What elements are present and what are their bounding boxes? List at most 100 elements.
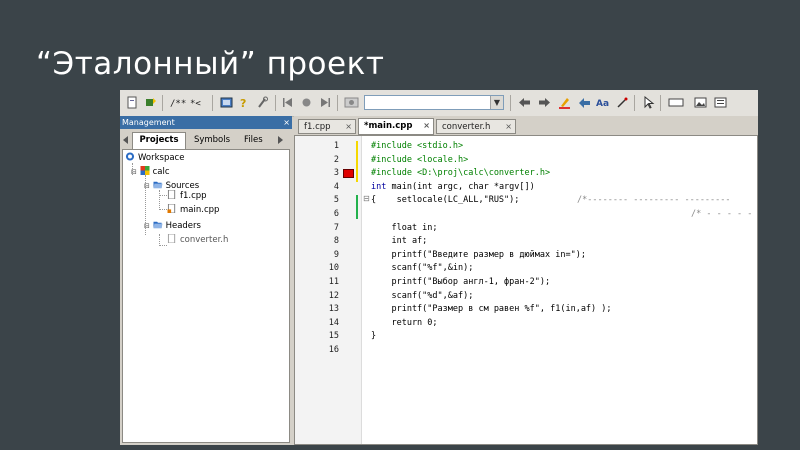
run-icon[interactable] [220, 96, 233, 109]
tab-files[interactable]: Files [238, 133, 272, 148]
tree-guide [159, 190, 160, 210]
code-line: float in; [371, 222, 438, 233]
toggle-icon[interactable] [714, 96, 727, 109]
project-icon [140, 166, 150, 175]
code-line: } [371, 331, 377, 342]
build-icon[interactable] [144, 96, 157, 109]
tree-label-file: f1.cpp [180, 191, 207, 201]
svg-text:*<: *< [190, 99, 201, 109]
code-line: return 0; [371, 317, 438, 328]
management-panel-header: Management × [120, 116, 292, 129]
line-number: 11 [328, 277, 339, 287]
find-prev-icon[interactable] [518, 96, 531, 109]
codeblocks-ide-window: /** *< ? ▼ Aa Management × Projects Symb… [120, 90, 758, 445]
line-number: 16 [328, 345, 339, 355]
toolbar: /** *< ? ▼ Aa [120, 90, 758, 117]
toolbar-separator [660, 95, 661, 111]
settings-icon[interactable] [256, 96, 269, 109]
slide-title: “Эталонный” проект [36, 46, 385, 82]
nav-forward-icon[interactable] [318, 96, 331, 109]
collapse-icon[interactable]: ⊟ [144, 182, 150, 190]
tab-symbols[interactable]: Symbols [188, 133, 236, 148]
comment-icon[interactable]: /** [170, 96, 186, 109]
chevron-down-icon[interactable]: ▼ [490, 96, 503, 109]
folder-open-icon [153, 221, 163, 229]
close-icon[interactable]: × [283, 116, 290, 129]
rect-icon[interactable] [668, 96, 684, 109]
change-marker-green [356, 195, 358, 219]
code-line: { setlocale(LC_ALL,"RUS"); [371, 195, 520, 206]
code-line: printf("Выбор англ-1, фран-2"); [371, 277, 551, 287]
tree-label-headers: Headers [165, 221, 201, 231]
tree-guide [159, 195, 167, 196]
toolbar-separator [162, 95, 163, 111]
tree-item-file-f1[interactable]: f1.cpp [167, 190, 207, 202]
tree-item-project[interactable]: ⊟ calc [131, 166, 170, 178]
close-icon[interactable]: × [345, 120, 352, 134]
svg-text:/**: /** [170, 99, 186, 109]
toolbar-separator [510, 95, 511, 111]
code-comment: /* - - - - - [691, 209, 753, 219]
line-number: 3 [333, 168, 339, 179]
close-icon[interactable]: × [423, 119, 430, 133]
code-line: printf("Введите размер в дюймах in="); [371, 249, 586, 260]
debug-icon[interactable]: ? [238, 96, 251, 109]
uncomment-icon[interactable]: *< [190, 96, 206, 109]
select-icon[interactable] [616, 96, 629, 109]
tab-label: converter.h [442, 122, 491, 132]
highlight-icon[interactable] [558, 96, 571, 109]
line-number: 15 [328, 331, 339, 342]
folder-open-icon [153, 181, 163, 189]
collapse-icon[interactable]: ⊟ [131, 168, 137, 176]
toolbar-separator [275, 95, 276, 111]
code-line: printf("Размер в см равен %f", f1(in,af)… [371, 304, 612, 315]
code-line: #include <D:\proj\calc\converter.h> [371, 168, 551, 179]
tree-item-file-main[interactable]: main.cpp [167, 204, 219, 216]
tree-item-file-converter[interactable]: converter.h [167, 234, 228, 246]
close-icon[interactable]: × [505, 120, 512, 134]
line-number: 12 [328, 290, 339, 301]
svg-text:Aa: Aa [596, 99, 609, 109]
code-line: int af; [371, 236, 428, 247]
code-line: scanf("%d",&af); [371, 290, 474, 301]
tree-label-file: main.cpp [180, 205, 220, 215]
new-file-icon[interactable] [126, 96, 139, 109]
tab-converter-h[interactable]: converter.h × [436, 119, 516, 134]
toolbar-separator [634, 95, 635, 111]
line-number: 2 [333, 154, 339, 165]
toolbar-separator [212, 95, 213, 111]
nav-back-icon[interactable] [282, 96, 295, 109]
tree-item-workspace[interactable]: Workspace [125, 152, 184, 164]
find-next-icon[interactable] [538, 96, 551, 109]
jump-icon[interactable] [344, 96, 360, 109]
tab-projects[interactable]: Projects [132, 132, 186, 149]
code-line: int main(int argc, char *argv[]) [371, 181, 535, 195]
line-number: 10 [328, 263, 339, 274]
code-editor[interactable]: 1 2 3 4 5 6 7 8 9 10 11 12 13 14 15 16 ⊟… [294, 135, 758, 445]
tree-guide [159, 245, 167, 246]
line-number: 9 [333, 249, 339, 260]
chevron-left-icon[interactable] [122, 136, 130, 144]
collapse-icon[interactable]: ⊟ [144, 222, 150, 230]
line-number: 5 [333, 195, 339, 206]
breakpoint-marker[interactable] [343, 169, 354, 178]
fold-marker-icon[interactable]: ⊟ [363, 194, 370, 203]
file-icon [167, 190, 176, 199]
text-icon[interactable]: Aa [596, 96, 611, 109]
cursor-icon[interactable] [642, 96, 655, 109]
tree-item-headers-folder[interactable]: ⊟ Headers [144, 220, 201, 232]
search-combo[interactable]: ▼ [364, 95, 504, 110]
line-number: 7 [333, 222, 339, 233]
project-tree: Workspace ⊟ calc ⊟ Sources f1.cpp main.c… [122, 149, 290, 443]
management-title: Management [122, 118, 175, 127]
replace-icon[interactable] [578, 96, 591, 109]
code-area[interactable]: #include <stdio.h> #include <locale.h> #… [371, 136, 757, 444]
tree-label-workspace: Workspace [138, 153, 185, 163]
breakpoint-icon[interactable] [300, 96, 313, 109]
image-icon[interactable] [694, 96, 707, 109]
change-marker-yellow [356, 141, 358, 182]
tab-f1-cpp[interactable]: f1.cpp × [298, 119, 356, 134]
chevron-right-icon[interactable] [276, 136, 284, 144]
tab-main-cpp[interactable]: *main.cpp × [358, 118, 434, 135]
line-number: 13 [328, 304, 339, 315]
